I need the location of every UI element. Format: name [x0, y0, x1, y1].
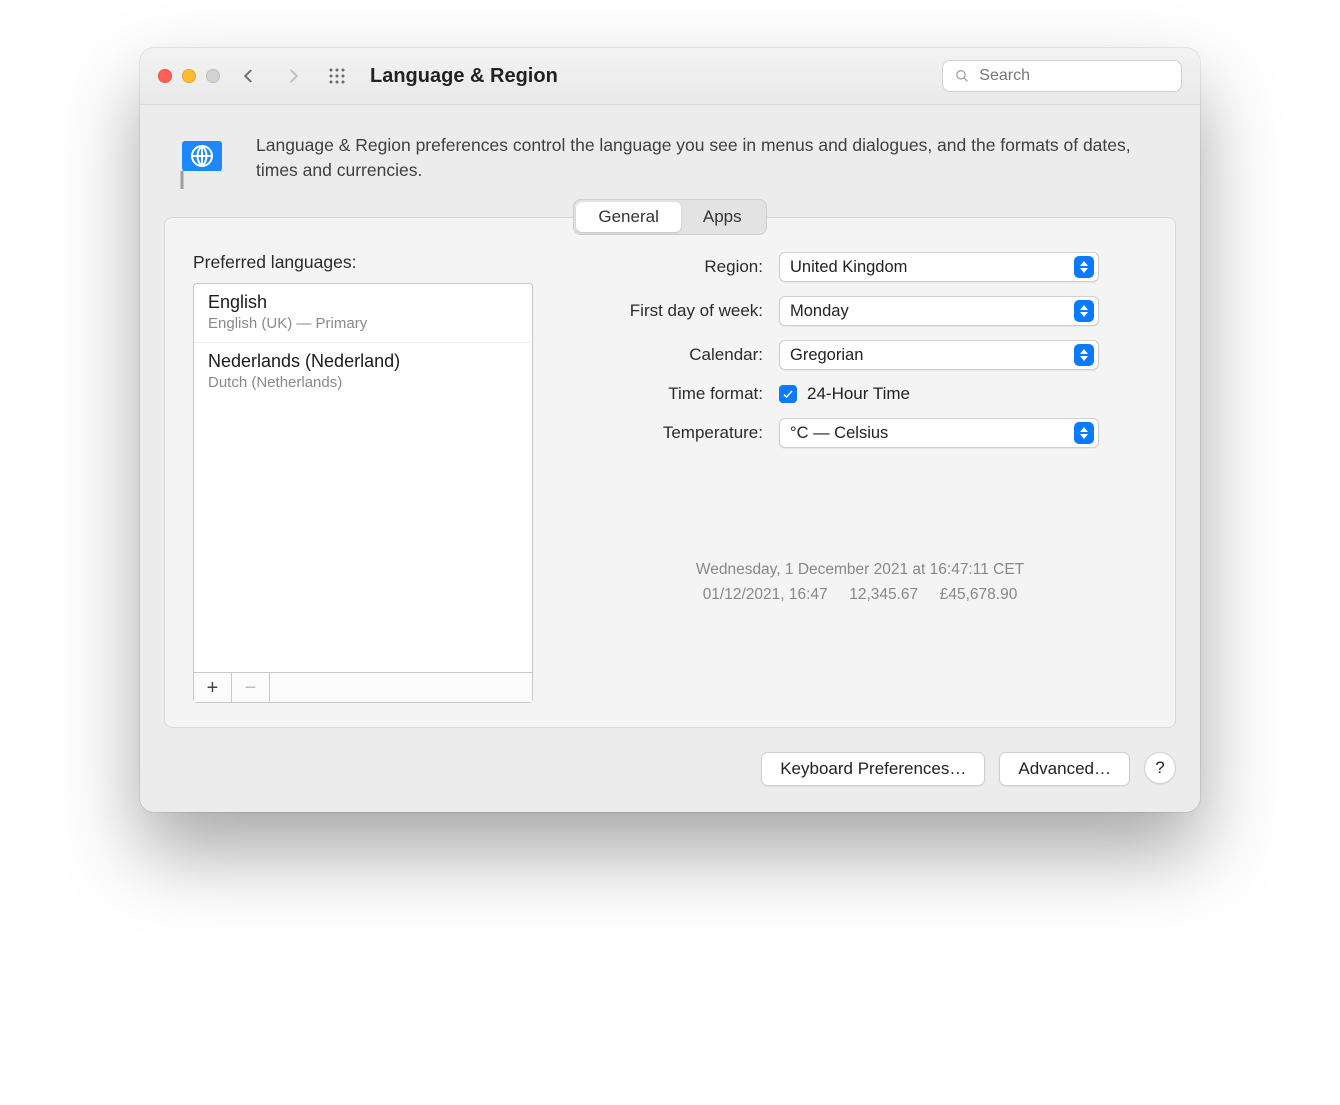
- stepper-icon: [1074, 300, 1094, 322]
- preferred-languages-section: Preferred languages: English English (UK…: [193, 252, 533, 703]
- close-window-button[interactable]: [158, 69, 172, 83]
- footer-spacer: [270, 673, 532, 702]
- language-item[interactable]: English English (UK) — Primary: [194, 284, 532, 343]
- remove-language-button[interactable]: −: [232, 673, 270, 702]
- sample-number: 12,345.67: [849, 586, 918, 603]
- temperature-label: Temperature:: [573, 423, 763, 443]
- region-select[interactable]: United Kingdom: [779, 252, 1099, 282]
- calendar-label: Calendar:: [573, 345, 763, 365]
- stepper-icon: [1074, 344, 1094, 366]
- language-list: English English (UK) — Primary Nederland…: [193, 283, 533, 703]
- region-label: Region:: [573, 257, 763, 277]
- titlebar: Language & Region: [140, 48, 1200, 105]
- search-icon: [955, 68, 969, 84]
- check-icon: [782, 388, 794, 400]
- forward-button[interactable]: [278, 63, 308, 89]
- preferences-window: Language & Region Language & Region pref…: [140, 48, 1200, 812]
- calendar-value: Gregorian: [790, 346, 1074, 365]
- first-day-label: First day of week:: [573, 301, 763, 321]
- language-subtitle: English (UK) — Primary: [208, 315, 518, 332]
- language-name: Nederlands (Nederland): [208, 351, 518, 372]
- preferred-languages-label: Preferred languages:: [193, 252, 533, 273]
- tab-apps[interactable]: Apps: [681, 202, 764, 232]
- temperature-value: °C — Celsius: [790, 424, 1074, 443]
- intro-text: Language & Region preferences control th…: [256, 133, 1170, 184]
- minimize-window-button[interactable]: [182, 69, 196, 83]
- language-subtitle: Dutch (Netherlands): [208, 374, 518, 391]
- time-format-label: Time format:: [573, 384, 763, 404]
- add-language-button[interactable]: +: [194, 673, 232, 702]
- sample-currency: £45,678.90: [940, 586, 1018, 603]
- 24hour-label: 24-Hour Time: [807, 384, 910, 404]
- back-button[interactable]: [234, 63, 264, 89]
- first-day-value: Monday: [790, 302, 1074, 321]
- window-title: Language & Region: [370, 65, 558, 88]
- first-day-select[interactable]: Monday: [779, 296, 1099, 326]
- language-region-icon: [170, 133, 234, 197]
- temperature-select[interactable]: °C — Celsius: [779, 418, 1099, 448]
- search-field[interactable]: [942, 60, 1182, 92]
- sample-short-formats: 01/12/2021, 16:47 12,345.67 £45,678.90: [573, 583, 1147, 608]
- traffic-lights: [158, 69, 220, 83]
- help-button[interactable]: ?: [1144, 752, 1176, 784]
- sample-short-date: 01/12/2021, 16:47: [703, 586, 828, 603]
- language-name: English: [208, 292, 518, 313]
- intro-section: Language & Region preferences control th…: [140, 105, 1200, 205]
- keyboard-preferences-button[interactable]: Keyboard Preferences…: [761, 752, 985, 786]
- region-value: United Kingdom: [790, 258, 1074, 277]
- sample-long-date: Wednesday, 1 December 2021 at 16:47:11 C…: [573, 558, 1147, 583]
- advanced-button[interactable]: Advanced…: [999, 752, 1130, 786]
- segmented-control: General Apps: [573, 199, 766, 235]
- zoom-window-button[interactable]: [206, 69, 220, 83]
- format-sample: Wednesday, 1 December 2021 at 16:47:11 C…: [573, 558, 1147, 608]
- region-settings: Region: United Kingdom First day of week…: [573, 252, 1147, 703]
- language-list-footer: + −: [194, 672, 532, 702]
- language-item[interactable]: Nederlands (Nederland) Dutch (Netherland…: [194, 343, 532, 401]
- stepper-icon: [1074, 256, 1094, 278]
- calendar-select[interactable]: Gregorian: [779, 340, 1099, 370]
- stepper-icon: [1074, 422, 1094, 444]
- search-input[interactable]: [977, 66, 1169, 86]
- main-panel: Preferred languages: English English (UK…: [164, 217, 1176, 728]
- 24hour-checkbox[interactable]: [779, 385, 797, 403]
- show-all-button[interactable]: [322, 63, 352, 89]
- tab-general[interactable]: General: [576, 202, 680, 232]
- tab-bar: General Apps: [140, 199, 1200, 235]
- bottom-bar: Keyboard Preferences… Advanced… ?: [140, 752, 1200, 812]
